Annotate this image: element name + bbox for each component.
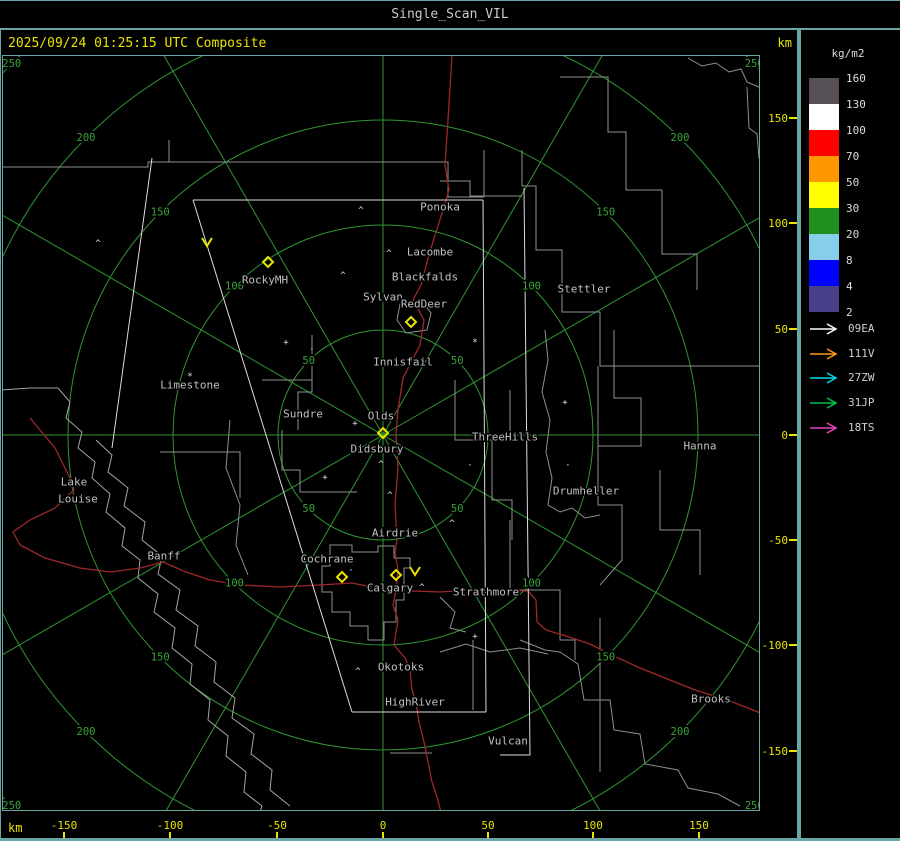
- site-arrow-icon: [810, 397, 838, 409]
- map-frame: [2, 55, 760, 811]
- right-axis-label: 50: [774, 323, 788, 336]
- bottom-axis-unit-label: km: [8, 821, 23, 835]
- site-id: 09EA: [848, 322, 875, 335]
- colorbar-value: 50: [846, 176, 860, 189]
- colorbar-swatch: [809, 78, 839, 104]
- site-arrow-icon: [810, 372, 838, 385]
- bottom-axis-label: -150: [50, 819, 78, 832]
- colorbar-unit-label: kg/m2: [831, 47, 865, 60]
- colorbar-swatch: [809, 234, 839, 260]
- right-axis-tick: [789, 328, 797, 330]
- site-id: 31JP: [848, 396, 875, 410]
- radar-site-row: 111V: [810, 347, 900, 361]
- colorbar-swatch: [809, 286, 839, 312]
- bottom-axis-label: -50: [267, 819, 287, 832]
- colorbar-value: 130: [846, 98, 866, 111]
- bottom-axis-label: -100: [156, 819, 184, 832]
- colorbar-swatch: [809, 260, 839, 286]
- bottom-axis-label: 0: [379, 819, 387, 832]
- right-axis-tick: [789, 644, 797, 646]
- right-axis-label: 150: [768, 112, 788, 125]
- app-window: Single_Scan_VIL 2025/09/24 01:25:15 UTC …: [0, 0, 900, 841]
- radar-site-row: 31JP: [810, 396, 900, 410]
- right-axis-tick: [789, 539, 797, 541]
- bottom-axis-label: 50: [481, 819, 495, 832]
- bottom-axis-label: 150: [689, 819, 709, 832]
- colorbar-swatch: [809, 156, 839, 182]
- right-axis-tick: [789, 117, 797, 119]
- bottom-axis-label: 100: [583, 819, 603, 832]
- site-id: 27ZW: [848, 371, 875, 385]
- right-axis-tick: [789, 222, 797, 224]
- site-arrow-icon: [810, 323, 838, 335]
- site-arrow-icon: [810, 348, 838, 360]
- site-arrow-icon: [810, 422, 838, 434]
- colorbar-swatch: [809, 182, 839, 208]
- colorbar-value: 8: [846, 254, 853, 267]
- radar-site-row: 18TS: [810, 421, 900, 435]
- site-id: 18TS: [848, 420, 875, 434]
- colorbar-swatch: [809, 208, 839, 234]
- right-axis-rule: [797, 30, 801, 841]
- colorbar-swatch: [809, 104, 839, 130]
- right-axis-label: -100: [761, 639, 789, 652]
- colorbar-value: 2: [846, 306, 853, 319]
- window-left-border: [0, 30, 1, 841]
- colorbar-value: 100: [846, 124, 866, 137]
- colorbar-value: 160: [846, 72, 866, 85]
- colorbar-value: 30: [846, 202, 860, 215]
- colorbar-swatch: [809, 130, 839, 156]
- right-axis-label: 100: [768, 217, 788, 230]
- right-axis-tick: [789, 750, 797, 752]
- site-id: 111V: [848, 346, 875, 360]
- right-axis-label: -150: [761, 745, 789, 758]
- colorbar-value: 4: [846, 280, 853, 293]
- right-axis-tick: [789, 434, 797, 436]
- colorbar-value: 70: [846, 150, 860, 163]
- colorbar-value: 20: [846, 228, 860, 241]
- right-axis-label: 0: [781, 429, 788, 442]
- radar-site-row: 09EA: [810, 322, 900, 336]
- right-axis-label: -50: [768, 534, 788, 547]
- radar-site-row: 27ZW: [810, 371, 900, 385]
